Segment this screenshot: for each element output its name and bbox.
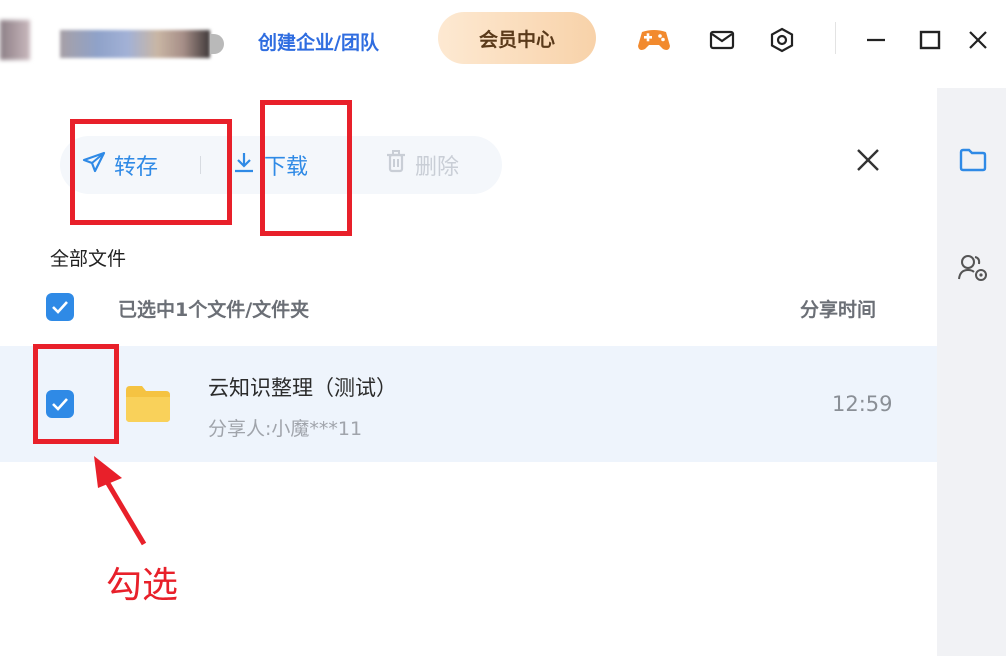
share-time-header[interactable]: 分享时间 (800, 295, 876, 322)
right-sidebar (937, 88, 1006, 656)
folder-outline-icon[interactable] (957, 144, 989, 176)
close-selection-icon[interactable] (848, 140, 888, 180)
settings-icon[interactable] (764, 22, 800, 58)
vip-center-button[interactable]: 会员中心 (438, 12, 596, 64)
delete-button[interactable]: 删除 (385, 136, 459, 194)
blurred-username (60, 30, 210, 58)
mail-icon[interactable] (704, 22, 740, 58)
check-icon (52, 301, 68, 314)
user-group-icon[interactable] (957, 252, 989, 284)
folder-icon (124, 384, 172, 424)
trash-icon (385, 150, 407, 180)
selection-count: 已选中1个文件/文件夹 (118, 299, 310, 321)
file-name[interactable]: 云知识整理（测试） (208, 372, 397, 402)
annotation-box-download (260, 100, 352, 236)
titlebar-divider (835, 22, 836, 54)
blurred-username-end (210, 34, 224, 54)
breadcrumb[interactable]: 全部文件 (50, 244, 126, 271)
blurred-avatar (0, 20, 30, 60)
annotation-arrow-icon (94, 456, 147, 546)
delete-label: 删除 (415, 155, 460, 180)
download-icon (232, 150, 256, 180)
game-icon[interactable] (636, 22, 672, 58)
table-row[interactable]: 云知识整理（测试） 分享人:小魔***11 12:59 (0, 346, 937, 462)
select-all-checkbox[interactable] (46, 293, 74, 321)
create-team-link[interactable]: 创建企业/团队 (258, 28, 379, 55)
maximize-icon[interactable] (912, 22, 948, 58)
file-sharer: 分享人:小魔***11 (208, 418, 363, 440)
list-header: 已选中1个文件/文件夹 分享时间 (0, 282, 937, 332)
minimize-icon[interactable] (858, 22, 894, 58)
annotation-box-checkbox (33, 344, 119, 444)
file-share-time: 12:59 (832, 392, 893, 416)
title-bar: 创建企业/团队 会员中心 (0, 0, 1006, 88)
annotation-box-transfer (70, 119, 232, 225)
close-icon[interactable] (960, 22, 996, 58)
annotation-label: 勾选 (106, 565, 179, 606)
